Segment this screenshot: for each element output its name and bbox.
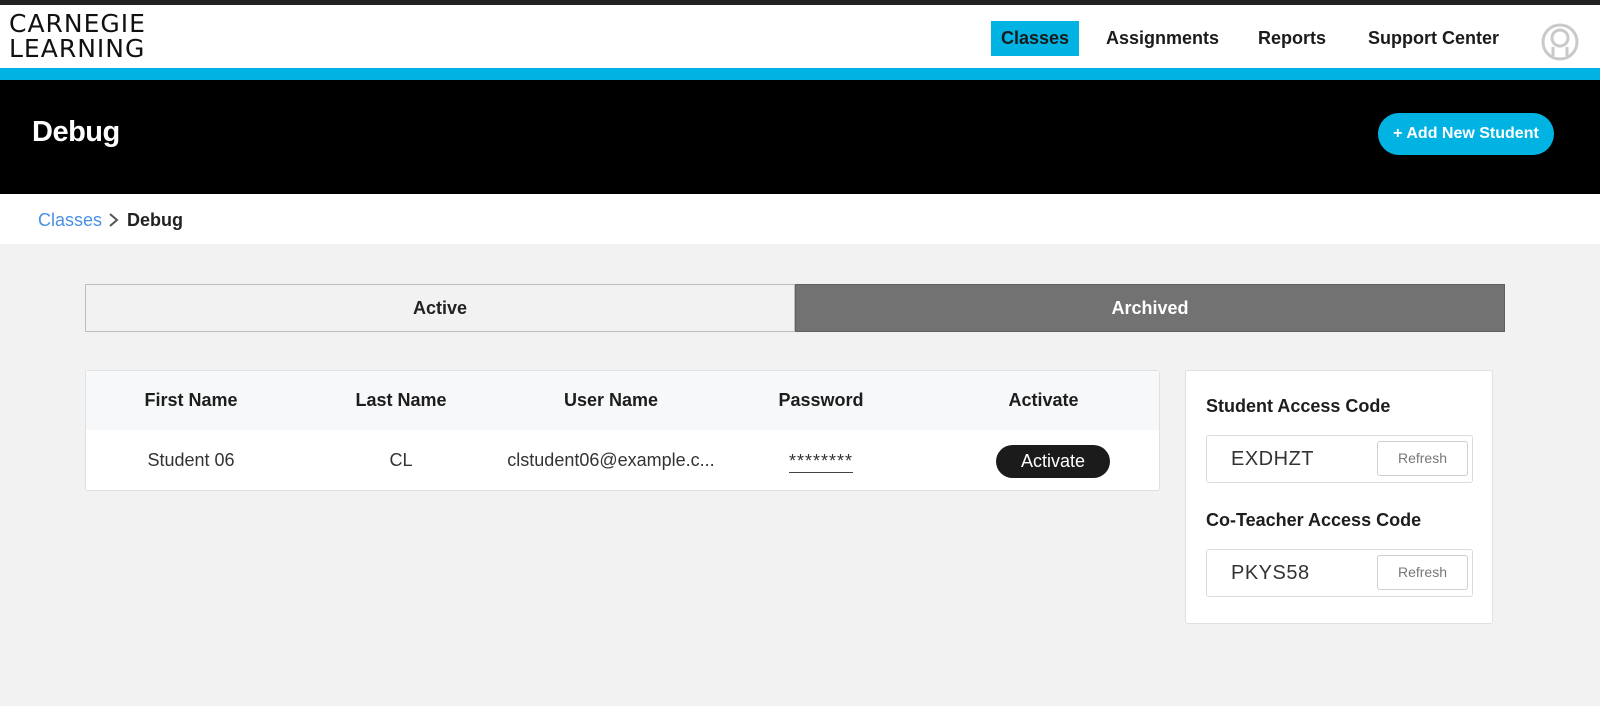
logo-line-1: CARNEGIE: [9, 9, 146, 38]
page-title: Debug: [32, 116, 120, 148]
nav-reports[interactable]: Reports: [1258, 21, 1326, 56]
logo-line-2: LEARNING: [9, 34, 146, 63]
chevron-right-icon: [107, 212, 121, 228]
cell-user-name: clstudent06@example.c...: [507, 450, 715, 470]
student-access-code-box: EXDHZT Refresh: [1206, 435, 1473, 483]
add-new-student-button[interactable]: + Add New Student: [1378, 113, 1554, 155]
nav-assignments[interactable]: Assignments: [1106, 21, 1219, 56]
password-reveal-link[interactable]: ********: [788, 450, 854, 473]
students-table: First Name Last Name User Name Password …: [85, 370, 1160, 491]
top-navigation-bar: CARNEGIE LEARNING Classes Assignments Re…: [0, 5, 1600, 68]
refresh-student-code-button[interactable]: Refresh: [1377, 441, 1468, 476]
access-codes-panel: Student Access Code EXDHZT Refresh Co-Te…: [1185, 370, 1493, 624]
activate-button[interactable]: Activate: [996, 445, 1110, 478]
student-access-code-label: Student Access Code: [1206, 396, 1391, 416]
tab-active[interactable]: Active: [85, 284, 795, 332]
tab-archived[interactable]: Archived: [795, 284, 1505, 332]
breadcrumb-current: Debug: [127, 210, 183, 230]
column-user-name: User Name: [563, 390, 659, 410]
column-last-name: Last Name: [355, 390, 447, 410]
cell-first-name: Student 06: [147, 450, 235, 470]
page-header: Debug + Add New Student: [0, 80, 1600, 194]
accent-bar: [0, 68, 1600, 80]
column-first-name: First Name: [144, 390, 238, 410]
column-password: Password: [778, 390, 864, 410]
nav-support-center[interactable]: Support Center: [1368, 21, 1499, 56]
cell-last-name: CL: [389, 450, 413, 470]
coteacher-access-code: PKYS58: [1231, 562, 1310, 584]
student-access-code: EXDHZT: [1231, 448, 1314, 470]
user-avatar-icon[interactable]: [1541, 23, 1579, 61]
breadcrumb-classes-link[interactable]: Classes: [38, 210, 102, 231]
column-activate: Activate: [1008, 390, 1079, 410]
coteacher-access-code-label: Co-Teacher Access Code: [1206, 510, 1422, 530]
coteacher-access-code-box: PKYS58 Refresh: [1206, 549, 1473, 597]
refresh-coteacher-code-button[interactable]: Refresh: [1377, 555, 1468, 590]
carnegie-learning-logo[interactable]: CARNEGIE LEARNING: [9, 11, 146, 61]
cell-password: ********: [716, 430, 926, 491]
table-header: First Name Last Name User Name Password …: [86, 371, 1159, 430]
breadcrumb: Classes Debug: [0, 194, 1600, 244]
nav-classes[interactable]: Classes: [991, 21, 1080, 56]
